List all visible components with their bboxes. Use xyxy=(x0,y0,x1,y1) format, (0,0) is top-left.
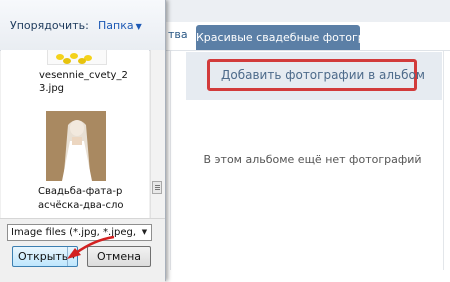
folder-view-dropdown[interactable]: Папка ▼ xyxy=(98,19,142,32)
organize-label: Упорядочить: xyxy=(10,19,89,32)
file-item-name[interactable]: Свадьба-фата-р асчёска-два-сло xyxy=(38,185,148,213)
bride-photo-thumbnail-icon[interactable] xyxy=(46,111,106,181)
chevron-down-icon: ▼ xyxy=(135,22,142,31)
scrollbar-thumb[interactable] xyxy=(152,181,162,194)
flowers-thumbnail-icon[interactable] xyxy=(47,50,107,65)
folder-label: Папка xyxy=(98,19,134,32)
file-item-name[interactable]: vesennie_cvety_2 3.jpg xyxy=(39,69,129,95)
file-open-dialog: Упорядочить: Папка ▼ vesennie_cvety_2 3.j… xyxy=(0,0,166,282)
annotation-arrow-icon xyxy=(67,235,115,259)
add-photos-label: Добавить фотографии в альбом xyxy=(221,68,425,82)
chevron-down-icon: ▼ xyxy=(138,225,151,240)
tab-current-album[interactable]: Красивые свадебные фотогра... xyxy=(196,25,360,50)
open-button-label: Открыть xyxy=(18,250,69,263)
tab-albums-partial[interactable]: тва xyxy=(168,28,188,41)
add-photos-button[interactable]: Добавить фотографии в альбом xyxy=(207,59,425,91)
empty-album-message: В этом альбоме ещё нет фотографий xyxy=(203,153,422,166)
